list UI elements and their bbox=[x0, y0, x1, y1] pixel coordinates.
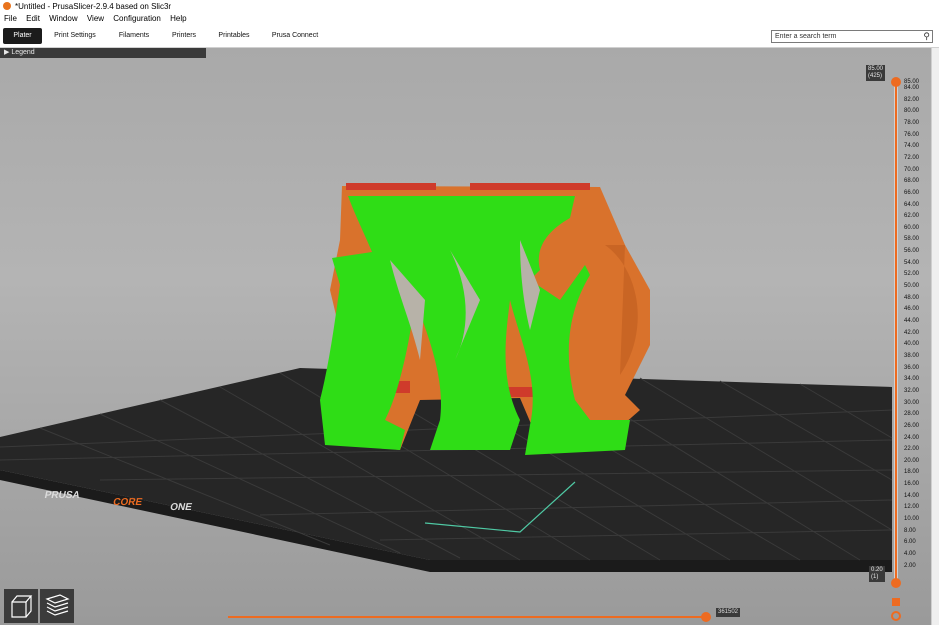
layer-slider-top-thumb[interactable] bbox=[891, 77, 901, 87]
layer-tick-label: 66.00 bbox=[904, 189, 920, 196]
layer-tick-label: 6.00 bbox=[904, 539, 916, 546]
menu-view[interactable]: View bbox=[87, 14, 104, 23]
move-slider-thumb[interactable] bbox=[701, 612, 711, 622]
layer-tick-label: 12.00 bbox=[904, 504, 920, 511]
layer-tick-label: 32.00 bbox=[904, 387, 920, 394]
bed-logo-one: ONE bbox=[169, 502, 193, 513]
layer-tick-label: 28.00 bbox=[904, 411, 920, 418]
bed-logo-prusa: PRUSA bbox=[44, 490, 82, 501]
top-layer-height: 85.00 bbox=[868, 66, 884, 72]
tab-printables[interactable]: Printables bbox=[213, 28, 255, 44]
layer-slider-bottom-label: 0.20 (1) bbox=[869, 566, 885, 582]
triangle-right-icon: ▶ bbox=[4, 49, 10, 56]
red-top-surface-right bbox=[470, 183, 590, 190]
layer-tick-label: 58.00 bbox=[904, 236, 920, 243]
red-top-surface-left bbox=[346, 183, 436, 190]
layer-tick-label: 30.00 bbox=[904, 399, 920, 406]
layer-tick-label: 4.00 bbox=[904, 551, 916, 557]
layer-tick-label: 40.00 bbox=[904, 341, 920, 348]
layer-tick-label: 16.00 bbox=[904, 481, 920, 488]
layer-tick-label: 84.00 bbox=[904, 85, 920, 91]
layer-tick-label: 20.00 bbox=[904, 457, 920, 464]
layer-tick-label: 60.00 bbox=[904, 224, 920, 231]
layer-tick-label: 2.00 bbox=[904, 562, 916, 569]
layer-slider-top-label: 85.00 (425) bbox=[866, 65, 886, 81]
bottom-layer-height: 0.20 bbox=[871, 567, 883, 573]
layer-tick-label: 50.00 bbox=[904, 283, 920, 290]
cog-icon[interactable] bbox=[891, 611, 901, 621]
search-icon[interactable]: ⚲ bbox=[923, 31, 930, 41]
layer-tick-label: 70.00 bbox=[904, 166, 920, 173]
sliced-model-scene[interactable]: PRUSA CORE ONE bbox=[0, 48, 939, 625]
layer-tick-label: 82.00 bbox=[904, 96, 920, 103]
layer-tick-label: 52.00 bbox=[904, 271, 920, 278]
layer-tick-label: 62.00 bbox=[904, 213, 920, 220]
layer-tick-label: 54.00 bbox=[904, 259, 920, 266]
window-titlebar: *Untitled - PrusaSlicer-2.9.4 based on S… bbox=[0, 0, 939, 13]
right-sidebar-edge[interactable] bbox=[931, 48, 939, 625]
layer-tick-label: 34.00 bbox=[904, 376, 920, 383]
layer-tick-label: 68.00 bbox=[904, 178, 920, 185]
legend-label: Legend bbox=[11, 49, 35, 56]
layer-tick-label: 8.00 bbox=[904, 527, 916, 534]
menu-file[interactable]: File bbox=[4, 14, 17, 23]
layer-tick-label: 72.00 bbox=[904, 154, 920, 161]
tab-prusa-connect[interactable]: Prusa Connect bbox=[268, 28, 322, 44]
layer-tick-label: 24.00 bbox=[904, 434, 920, 441]
layer-slider-bottom-thumb[interactable] bbox=[891, 578, 901, 588]
layer-tick-label: 78.00 bbox=[904, 119, 920, 126]
menu-edit[interactable]: Edit bbox=[26, 14, 40, 23]
legend-panel[interactable]: ▶ Legend bbox=[0, 48, 206, 58]
lock-icon[interactable] bbox=[892, 598, 900, 606]
move-slider-value: 361502 bbox=[716, 608, 741, 617]
layer-tick-label: 22.00 bbox=[904, 446, 920, 453]
layer-tick-label: 46.00 bbox=[904, 306, 920, 313]
layer-tick-label: 76.00 bbox=[904, 131, 920, 138]
layer-tick-label: 18.00 bbox=[904, 469, 920, 476]
layer-tick-label: 26.00 bbox=[904, 422, 920, 429]
layer-tick-label: 80.00 bbox=[904, 108, 920, 115]
tab-filaments[interactable]: Filaments bbox=[113, 28, 155, 44]
layer-tick-label: 38.00 bbox=[904, 352, 920, 359]
layer-tick-label: 36.00 bbox=[904, 364, 920, 371]
layer-tick-label: 64.00 bbox=[904, 201, 920, 208]
prusaslicer-app-icon bbox=[3, 2, 11, 10]
search-placeholder: Enter a search term bbox=[775, 33, 837, 40]
preview-button[interactable] bbox=[40, 589, 74, 623]
menu-configuration[interactable]: Configuration bbox=[113, 14, 161, 23]
layer-tick-label: 10.00 bbox=[904, 516, 920, 523]
tab-printers[interactable]: Printers bbox=[168, 28, 200, 44]
menu-window[interactable]: Window bbox=[49, 14, 77, 23]
layer-tick-label: 48.00 bbox=[904, 294, 920, 301]
bottom-layer-number: (1) bbox=[871, 574, 879, 580]
tab-print-settings[interactable]: Print Settings bbox=[50, 28, 100, 44]
layer-tick-label: 74.00 bbox=[904, 143, 920, 150]
top-layer-number: (425) bbox=[868, 73, 883, 79]
menu-bar: File Edit Window View Configuration Help bbox=[0, 13, 939, 25]
window-title: *Untitled - PrusaSlicer-2.9.4 based on S… bbox=[15, 2, 172, 11]
search-input[interactable]: Enter a search term ⚲ bbox=[771, 30, 933, 43]
layer-tick-label: 56.00 bbox=[904, 248, 920, 255]
layer-tick-label: 44.00 bbox=[904, 318, 920, 324]
layer-tick-label: 14.00 bbox=[904, 492, 920, 499]
menu-help[interactable]: Help bbox=[170, 14, 186, 23]
tab-plater[interactable]: Plater bbox=[3, 28, 42, 44]
3d-view-button[interactable] bbox=[4, 589, 38, 623]
layer-tick-label: 42.00 bbox=[904, 329, 920, 336]
bed-logo-core: CORE bbox=[112, 497, 143, 508]
